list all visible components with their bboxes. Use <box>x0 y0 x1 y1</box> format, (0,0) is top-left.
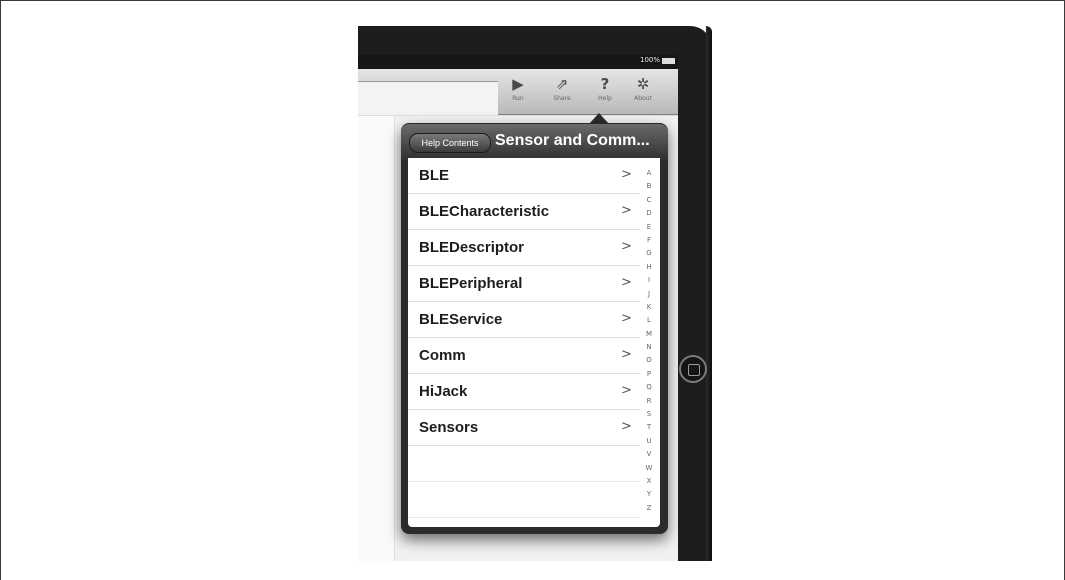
index-letter[interactable]: R <box>643 395 655 408</box>
battery-percent: 100% <box>639 56 660 64</box>
index-letter[interactable]: F <box>643 234 655 247</box>
share-label: Share <box>553 95 571 102</box>
help-icon: ? <box>600 75 610 93</box>
run-label: Run <box>512 95 524 102</box>
index-letter[interactable]: Y <box>643 488 655 501</box>
index-letter[interactable]: C <box>643 194 655 207</box>
battery-icon <box>662 58 675 64</box>
list-item-hijack[interactable]: HiJack > <box>408 374 640 410</box>
index-letter[interactable]: S <box>643 408 655 421</box>
list-item-bledescriptor[interactable]: BLEDescriptor > <box>408 230 640 266</box>
run-button[interactable]: ▶ Run <box>499 75 537 113</box>
chevron-right-icon: > <box>621 419 632 434</box>
chevron-right-icon: > <box>621 347 632 362</box>
list-item-bleservice[interactable]: BLEService > <box>408 302 640 338</box>
index-letter[interactable]: M <box>643 328 655 341</box>
section-index[interactable]: A B C D E F G H I J K L M N O P Q R S T … <box>643 167 655 515</box>
chevron-right-icon: > <box>621 239 632 254</box>
chevron-right-icon: > <box>621 203 632 218</box>
empty-list-row <box>408 446 640 482</box>
empty-list-row <box>408 482 640 518</box>
index-letter[interactable]: E <box>643 221 655 234</box>
help-contents-back-button[interactable]: Help Contents <box>409 133 491 153</box>
index-letter[interactable]: Q <box>643 381 655 394</box>
list-item-blecharacteristic[interactable]: BLECharacteristic > <box>408 194 640 230</box>
share-button[interactable]: ⇗ Share <box>543 75 581 113</box>
list-item-label: BLE <box>419 167 449 184</box>
index-letter[interactable]: P <box>643 368 655 381</box>
gear-icon: ✲ <box>636 75 650 93</box>
index-letter[interactable]: K <box>643 301 655 314</box>
list-item-label: BLECharacteristic <box>419 203 550 220</box>
help-topic-list[interactable]: BLE > BLECharacteristic > BLEDescriptor … <box>408 158 660 527</box>
index-letter[interactable]: O <box>643 354 655 367</box>
list-item-ble[interactable]: BLE > <box>408 158 640 194</box>
index-letter[interactable]: Z <box>643 502 655 515</box>
list-item-label: BLEPeripheral <box>419 275 523 292</box>
editor-tab-strip <box>358 81 498 115</box>
index-letter[interactable]: L <box>643 314 655 327</box>
index-letter[interactable]: X <box>643 475 655 488</box>
share-icon: ⇗ <box>555 75 569 93</box>
index-letter[interactable]: U <box>643 435 655 448</box>
list-item-label: BLEDescriptor <box>419 239 525 256</box>
help-button[interactable]: ? Help <box>586 75 624 113</box>
popover-title: Sensor and Comm... <box>495 132 650 149</box>
list-item-comm[interactable]: Comm > <box>408 338 640 374</box>
list-item-sensors[interactable]: Sensors > <box>408 410 640 446</box>
help-label: Help <box>598 95 612 102</box>
chevron-right-icon: > <box>621 275 632 290</box>
chevron-right-icon: > <box>621 383 632 398</box>
index-letter[interactable]: D <box>643 207 655 220</box>
list-item-bleperipheral[interactable]: BLEPeripheral > <box>408 266 640 302</box>
index-letter[interactable]: B <box>643 180 655 193</box>
play-icon: ▶ <box>512 75 524 93</box>
about-label: About <box>634 95 652 102</box>
index-letter[interactable]: I <box>643 274 655 287</box>
about-button[interactable]: ✲ About <box>624 75 662 113</box>
list-item-label: HiJack <box>419 383 468 400</box>
index-letter[interactable]: W <box>643 462 655 475</box>
index-letter[interactable]: A <box>643 167 655 180</box>
chevron-right-icon: > <box>621 311 632 326</box>
index-letter[interactable]: N <box>643 341 655 354</box>
list-item-label: Comm <box>419 347 466 364</box>
index-letter[interactable]: H <box>643 261 655 274</box>
index-letter[interactable]: G <box>643 247 655 260</box>
list-item-label: BLEService <box>419 311 503 328</box>
list-item-label: Sensors <box>419 419 479 436</box>
index-letter[interactable]: V <box>643 448 655 461</box>
chevron-right-icon: > <box>621 167 632 182</box>
status-bar: 100% <box>358 55 678 69</box>
home-button[interactable] <box>679 355 707 383</box>
index-letter[interactable]: J <box>643 288 655 301</box>
index-letter[interactable]: T <box>643 421 655 434</box>
